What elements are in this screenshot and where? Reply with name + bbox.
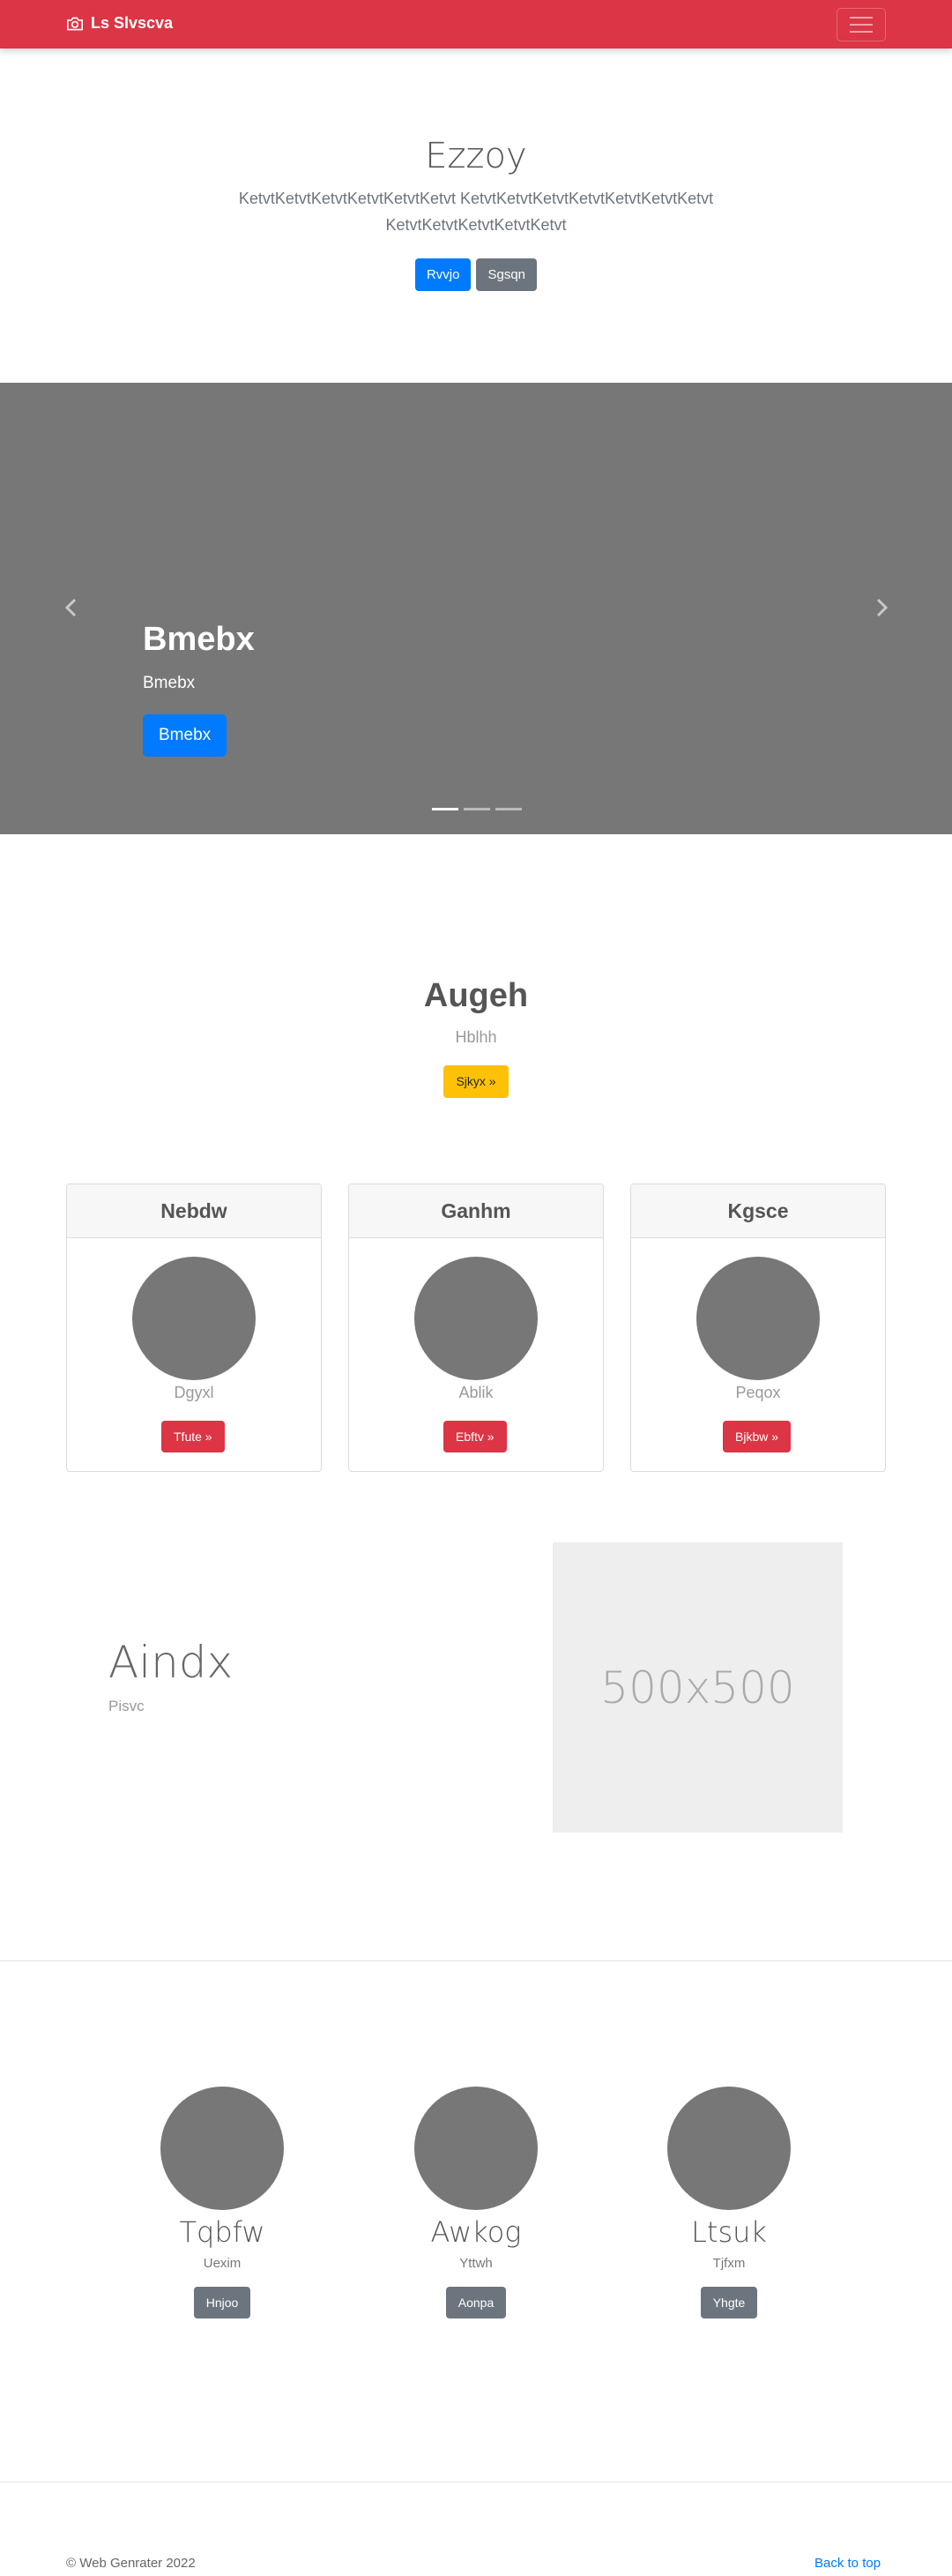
team-member-role: Uexim xyxy=(203,2256,242,2271)
card-header: Ganhm xyxy=(349,1184,603,1238)
hamburger-icon xyxy=(850,17,873,19)
card-button[interactable]: Bjkbw » xyxy=(723,1421,792,1452)
card-text: Ablik xyxy=(458,1384,494,1401)
camera-icon xyxy=(67,17,83,30)
card-button[interactable]: Tfute » xyxy=(161,1421,225,1452)
team-member-name: Tqbfw xyxy=(179,2215,265,2249)
card-image-placeholder xyxy=(414,1257,538,1380)
jumbotron-buttons: Rvvjo Sgsqn xyxy=(0,258,952,291)
carousel-indicator-1[interactable] xyxy=(432,808,458,810)
card-button[interactable]: Ebftv » xyxy=(443,1421,507,1452)
carousel-caption-text: Bmebx xyxy=(143,674,196,692)
team-member-name: Awkog xyxy=(430,2215,522,2249)
carousel-indicator-2[interactable] xyxy=(464,808,490,810)
card-text: Peqox xyxy=(735,1384,781,1401)
carousel-indicators xyxy=(432,808,522,810)
feature-title: Aindx xyxy=(108,1637,234,1688)
navbar: Ls Slvscva xyxy=(0,0,952,49)
navbar-toggler-button[interactable] xyxy=(837,8,886,41)
section-button[interactable]: Sjkyx » xyxy=(443,1065,509,1098)
carousel-caption-button[interactable]: Bmebx xyxy=(143,714,227,757)
jumbotron-secondary-button[interactable]: Sgsqn xyxy=(476,258,538,291)
card: Kgsce Peqox Bjkbw » xyxy=(630,1183,886,1472)
team-member: Awkog Yttwh Aonpa xyxy=(388,2087,564,2318)
team-member-button[interactable]: Aonpa xyxy=(445,2287,507,2318)
avatar xyxy=(160,2087,284,2210)
team-member-role: Tjfxm xyxy=(712,2256,746,2271)
chevron-left-icon[interactable] xyxy=(58,594,85,621)
back-to-top-link[interactable]: Back to top xyxy=(814,2556,881,2571)
carousel-caption-title: Bmebx xyxy=(143,621,255,658)
section-subtitle: Hblhh xyxy=(455,1028,497,1046)
card: Ganhm Ablik Ebftv » xyxy=(348,1183,604,1472)
carousel: Bmebx Bmebx Bmebx xyxy=(0,383,952,834)
avatar xyxy=(667,2087,791,2210)
navbar-brand[interactable]: Ls Slvscva xyxy=(66,14,173,33)
card-header: Nebdw xyxy=(67,1184,321,1238)
team-member: Tqbfw Uexim Hnjoo xyxy=(134,2087,310,2318)
carousel-indicator-3[interactable] xyxy=(495,808,522,810)
brand-label: Ls Slvscva xyxy=(91,14,174,32)
team-member: Ltsuk Tjfxm Yhgte xyxy=(641,2087,817,2318)
avatar xyxy=(414,2087,538,2210)
card-image-placeholder xyxy=(132,1257,256,1380)
feature-subtitle: Pisvc xyxy=(108,1698,145,1714)
team-member-button[interactable]: Hnjoo xyxy=(193,2287,251,2318)
team-member-role: Yttwh xyxy=(459,2256,493,2271)
feature-image-label: 500x500 xyxy=(600,1661,795,1714)
jumbotron-title: Ezzoy xyxy=(425,136,527,176)
jumbotron-primary-button[interactable]: Rvvjo xyxy=(414,258,472,291)
team-member-name: Ltsuk xyxy=(691,2215,767,2249)
card-text: Dgyxl xyxy=(174,1384,214,1401)
divider xyxy=(0,1960,952,1961)
chevron-right-icon[interactable] xyxy=(868,594,895,621)
card-header: Kgsce xyxy=(631,1184,885,1238)
feature-image-placeholder: 500x500 xyxy=(553,1542,843,1833)
section-title: Augeh xyxy=(423,977,529,1014)
divider xyxy=(0,2482,952,2483)
card-image-placeholder xyxy=(696,1257,820,1380)
card: Nebdw Dgyxl Tfute » xyxy=(66,1183,322,1472)
jumbotron-lead: KetvtKetvtKetvtKetvtKetvtKetvt KetvtKetv… xyxy=(238,190,714,234)
footer-copyright: © Web Genrater 2022 xyxy=(66,2556,196,2571)
team-member-button[interactable]: Yhgte xyxy=(700,2287,758,2318)
